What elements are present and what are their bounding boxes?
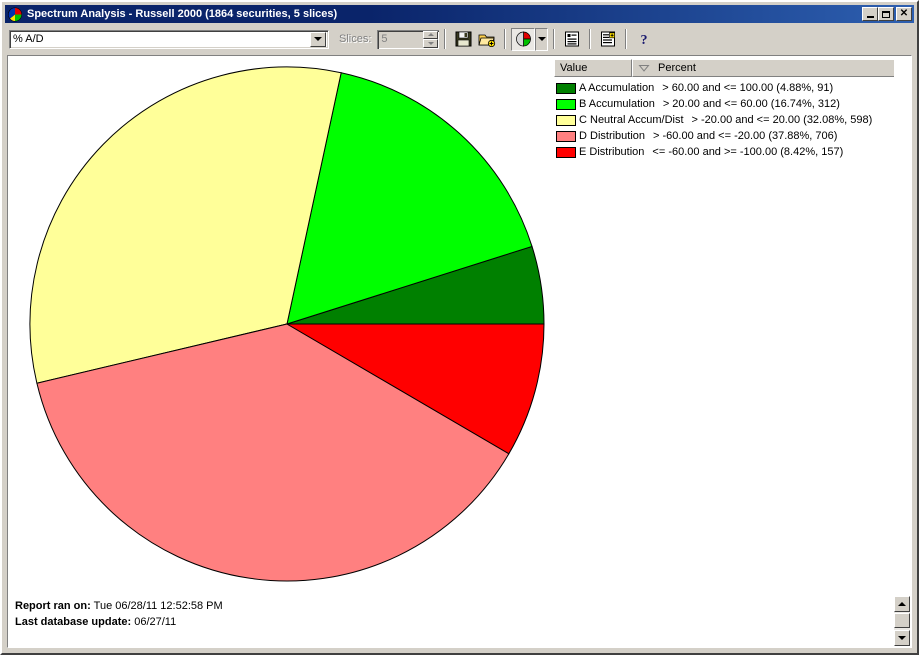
legend-color-swatch bbox=[556, 82, 576, 94]
toolbar-separator bbox=[504, 29, 507, 49]
report-button[interactable] bbox=[560, 28, 584, 51]
slices-decrement-button[interactable] bbox=[423, 39, 439, 48]
maximize-icon bbox=[882, 10, 890, 18]
sort-descending-icon bbox=[638, 63, 658, 73]
open-folder-add-icon bbox=[478, 34, 496, 47]
window-title: Spectrum Analysis - Russell 2000 (1864 s… bbox=[27, 8, 338, 20]
legend-row-name: E Distribution bbox=[579, 146, 645, 158]
minimize-icon bbox=[866, 15, 874, 18]
legend-row-name: D Distribution bbox=[579, 130, 646, 142]
legend-row[interactable]: C Neutral Accum/Dist > -20.00 and <= 20.0… bbox=[554, 112, 894, 128]
scrollbar-thumb[interactable] bbox=[894, 613, 910, 628]
last-update-label: Last database update: bbox=[15, 616, 132, 628]
report-client-area: Value Percent A Accumulation > 60.00 and … bbox=[7, 55, 912, 648]
chevron-down-icon bbox=[898, 636, 906, 640]
chevron-up-icon bbox=[898, 602, 906, 606]
chart-type-button[interactable] bbox=[511, 27, 536, 51]
new-report-button[interactable] bbox=[596, 28, 620, 51]
chart-type-dropdown-button[interactable] bbox=[535, 27, 549, 51]
chevron-down-icon[interactable] bbox=[310, 31, 326, 47]
report-canvas: Value Percent A Accumulation > 60.00 and … bbox=[9, 57, 894, 646]
slices-spinner-buttons[interactable] bbox=[423, 30, 439, 48]
help-icon: ? bbox=[641, 33, 648, 47]
toolbar-separator bbox=[444, 29, 447, 49]
last-update-value: 06/27/11 bbox=[134, 616, 177, 628]
last-update-line: Last database update: 06/27/11 bbox=[15, 614, 894, 630]
close-icon: ✕ bbox=[899, 8, 909, 19]
report-add-icon bbox=[601, 31, 616, 47]
legend-rows: A Accumulation > 60.00 and <= 100.00 (4.8… bbox=[554, 80, 894, 160]
legend-row-range: > 20.00 and <= 60.00 (16.74%, 312) bbox=[662, 98, 840, 110]
toolbar: % A/D Slices: 5 ? bbox=[5, 25, 914, 53]
legend-column-percent-label: Percent bbox=[658, 62, 696, 74]
legend-row[interactable]: E Distribution <= -60.00 and >= -100.00 (… bbox=[554, 144, 894, 160]
help-button[interactable]: ? bbox=[632, 28, 656, 51]
window-controls: ✕ bbox=[862, 7, 912, 21]
slices-label: Slices: bbox=[339, 33, 372, 45]
report-list-icon bbox=[565, 31, 580, 47]
chevron-down-icon bbox=[427, 41, 434, 45]
legend-row[interactable]: A Accumulation > 60.00 and <= 100.00 (4.8… bbox=[554, 80, 894, 96]
legend-row-range: > -60.00 and <= -20.00 (37.88%, 706) bbox=[653, 130, 838, 142]
legend-row-name: A Accumulation bbox=[579, 82, 655, 94]
scrollbar-track-upper[interactable] bbox=[894, 57, 910, 596]
save-button[interactable] bbox=[451, 28, 475, 51]
minimize-button[interactable] bbox=[862, 7, 878, 21]
legend-color-swatch bbox=[556, 130, 576, 142]
legend-row[interactable]: B Accumulation > 20.00 and <= 60.00 (16.7… bbox=[554, 96, 894, 112]
legend-color-swatch bbox=[556, 98, 576, 110]
pie-chart-icon bbox=[7, 7, 23, 22]
slices-stepper[interactable]: 5 bbox=[377, 29, 440, 49]
pie-chart bbox=[9, 57, 569, 587]
vertical-scrollbar[interactable] bbox=[894, 57, 910, 646]
legend-row-name: C Neutral Accum/Dist bbox=[579, 114, 684, 126]
indicator-select[interactable]: % A/D bbox=[9, 29, 329, 49]
chevron-up-icon bbox=[427, 33, 434, 37]
maximize-button[interactable] bbox=[878, 7, 894, 21]
report-ran-line: Report ran on: Tue 06/28/11 12:52:58 PM bbox=[15, 598, 894, 614]
legend-row[interactable]: D Distribution > -60.00 and <= -20.00 (37… bbox=[554, 128, 894, 144]
report-footer: Report ran on: Tue 06/28/11 12:52:58 PM … bbox=[9, 584, 894, 646]
report-ran-value: Tue 06/28/11 12:52:58 PM bbox=[93, 600, 223, 612]
legend-color-swatch bbox=[556, 146, 576, 158]
indicator-select-value: % A/D bbox=[13, 33, 44, 45]
legend-row-range: <= -60.00 and >= -100.00 (8.42%, 157) bbox=[652, 146, 844, 158]
scroll-up-button[interactable] bbox=[894, 596, 910, 612]
open-button[interactable] bbox=[475, 28, 499, 51]
legend-column-percent[interactable]: Percent bbox=[632, 59, 894, 77]
chevron-down-icon bbox=[537, 37, 546, 41]
pie-slices bbox=[29, 66, 545, 582]
legend-row-name: B Accumulation bbox=[579, 98, 655, 110]
toolbar-separator bbox=[553, 29, 556, 49]
slices-increment-button[interactable] bbox=[423, 30, 439, 39]
slices-value: 5 bbox=[381, 33, 388, 45]
legend: Value Percent A Accumulation > 60.00 and … bbox=[554, 59, 894, 160]
toolbar-separator bbox=[589, 29, 592, 49]
svg-text:?: ? bbox=[641, 33, 648, 47]
legend-row-range: > 60.00 and <= 100.00 (4.88%, 91) bbox=[662, 82, 834, 94]
toolbar-separator bbox=[625, 29, 628, 49]
legend-header: Value Percent bbox=[554, 59, 894, 77]
pie-chart-icon bbox=[516, 31, 531, 47]
legend-row-range: > -20.00 and <= 20.00 (32.08%, 598) bbox=[691, 114, 873, 126]
scroll-down-button[interactable] bbox=[894, 630, 910, 646]
application-window: Spectrum Analysis - Russell 2000 (1864 s… bbox=[0, 0, 919, 655]
legend-color-swatch bbox=[556, 114, 576, 126]
save-icon bbox=[455, 31, 472, 47]
report-ran-label: Report ran on: bbox=[15, 600, 91, 612]
close-button[interactable]: ✕ bbox=[896, 7, 912, 21]
title-bar: Spectrum Analysis - Russell 2000 (1864 s… bbox=[5, 5, 914, 23]
legend-column-value[interactable]: Value bbox=[554, 59, 632, 77]
